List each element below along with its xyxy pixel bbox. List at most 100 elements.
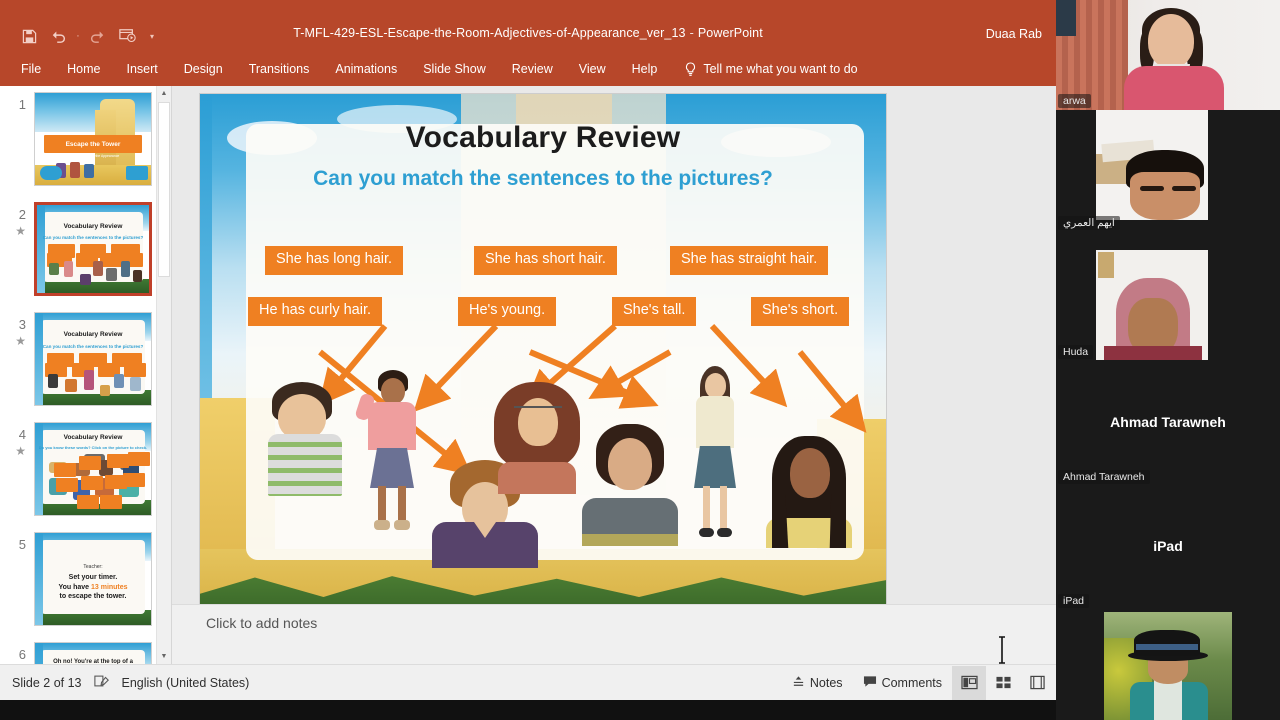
thumbnail-item-6[interactable]: 6 ★ Oh no! You're at the top of a tall, … — [0, 636, 171, 664]
person-tall-girl[interactable] — [686, 366, 744, 542]
thumb3-subtitle: Can you match the sentences to the pictu… — [42, 344, 144, 350]
participant-name-ayham: ايهم العمري — [1058, 216, 1120, 230]
sentence-card-hes-young[interactable]: He's young. — [458, 297, 557, 326]
thumbnail-number-label: 2 — [18, 207, 26, 222]
thumbnail-number: 3 ★ — [0, 312, 34, 349]
animation-star-icon: ★ — [15, 443, 26, 458]
thumb5-line3a: You have — [58, 583, 91, 591]
slide-canvas[interactable]: She has long hair. She has short hair. S… — [200, 94, 886, 636]
sentence-card-shes-tall[interactable]: She's tall. — [612, 297, 697, 326]
thumbnail-item-3[interactable]: 3 ★ Vocabulary Review Can you match the … — [0, 306, 171, 416]
thumbnail-preview-5[interactable]: Teacher: Set your timer. You have 13 min… — [34, 532, 152, 626]
user-account[interactable]: Duaa Rab — [986, 27, 1042, 41]
slide-thumbnail-pane[interactable]: 1 Escape the Tower Adjectives to Describ… — [0, 86, 172, 664]
thumb5-line1: Teacher: — [83, 564, 103, 571]
tab-design[interactable]: Design — [171, 56, 236, 82]
status-bar: Slide 2 of 13 English (United States) No… — [0, 664, 1056, 700]
tab-help[interactable]: Help — [619, 56, 671, 82]
thumbnail-number-label: 3 — [18, 317, 26, 332]
document-name: T-MFL-429-ESL-Escape-the-Room-Adjectives… — [293, 26, 686, 40]
spell-check-icon[interactable] — [93, 674, 110, 691]
person-woman-short-hair[interactable] — [582, 424, 678, 546]
notes-icon — [792, 675, 805, 691]
thumbnail-item-4[interactable]: 4 ★ Vocabulary Review Do you know these … — [0, 416, 171, 526]
participant-display-name-ahmad: Ahmad Tarawneh — [1110, 414, 1226, 430]
notes-button[interactable]: Notes — [782, 670, 853, 696]
notes-placeholder: Click to add notes — [206, 615, 318, 631]
video-tile-arwa[interactable]: arwa — [1056, 0, 1280, 110]
thumbnail-preview-4[interactable]: Vocabulary Review Do you know these word… — [34, 422, 152, 516]
title-separator: - — [689, 26, 694, 40]
tab-home[interactable]: Home — [54, 56, 113, 82]
comment-bubble-icon — [863, 675, 877, 691]
thumbnail-item-2[interactable]: 2 ★ Vocabulary Review Can you match the … — [0, 196, 171, 306]
thumbnail-number-label: 5 — [18, 537, 26, 552]
thumb4-title: Vocabulary Review — [63, 434, 123, 442]
sentence-card-shes-short[interactable]: She's short. — [751, 297, 850, 326]
app-name: PowerPoint — [697, 26, 763, 40]
thumb2-subtitle: Can you match the sentences to the pictu… — [42, 234, 144, 240]
thumbnail-scrollbar[interactable]: ▲ ▼ — [156, 86, 171, 664]
thumbnail-item-1[interactable]: 1 Escape the Tower Adjectives to Describ… — [0, 86, 171, 196]
participant-name-huda: Huda — [1058, 345, 1094, 359]
sentence-card-she-has-long-hair[interactable]: She has long hair. — [265, 246, 404, 275]
slide-title[interactable]: Vocabulary Review — [200, 121, 886, 155]
participant-display-name-ipad: iPad — [1153, 538, 1183, 554]
scroll-down-arrow-icon[interactable]: ▼ — [157, 649, 171, 664]
person-woman-curly-glasses[interactable] — [494, 382, 580, 494]
thumbnail-number: 6 ★ — [0, 642, 34, 664]
tab-review[interactable]: Review — [499, 56, 566, 82]
person-woman-straight-hair[interactable] — [762, 436, 856, 548]
editor-body: 1 Escape the Tower Adjectives to Describ… — [0, 86, 1056, 664]
thumbnail-number-label: 1 — [18, 97, 26, 112]
video-tile-ayham[interactable] — [1096, 110, 1208, 220]
thumbnail-number: 5 — [0, 532, 34, 553]
slide-subtitle[interactable]: Can you match the sentences to the pictu… — [200, 167, 886, 191]
sentence-card-she-has-straight-hair[interactable]: She has straight hair. — [670, 246, 829, 275]
video-tile-ipad[interactable]: iPad iPad — [1056, 510, 1280, 620]
tell-me-label: Tell me what you want to do — [703, 62, 858, 76]
thumbnail-item-5[interactable]: 5 Teacher: Set your timer. You have 13 m… — [0, 526, 171, 636]
tab-animations[interactable]: Animations — [322, 56, 410, 82]
comments-button-label: Comments — [881, 675, 942, 690]
window-title: T-MFL-429-ESL-Escape-the-Room-Adjectives… — [0, 26, 1056, 40]
text-cursor — [997, 636, 1007, 664]
normal-view-button[interactable] — [952, 665, 986, 700]
thumb3-title: Vocabulary Review — [63, 331, 123, 339]
sentence-card-she-has-short-hair[interactable]: She has short hair. — [474, 246, 617, 275]
scroll-up-arrow-icon[interactable]: ▲ — [157, 86, 171, 101]
language-indicator[interactable]: English (United States) — [122, 676, 250, 690]
scrollbar-thumb[interactable] — [158, 102, 170, 277]
participant-name-arwa: arwa — [1058, 94, 1091, 108]
tab-slide-show[interactable]: Slide Show — [410, 56, 499, 82]
tab-transitions[interactable]: Transitions — [236, 56, 323, 82]
thumbnail-preview-6[interactable]: Oh no! You're at the top of a tall, tall… — [34, 642, 152, 664]
animation-star-icon: ★ — [15, 223, 26, 238]
screen: · ▾ T-MFL-429-ESL-Escape-the-Room-Adject… — [0, 0, 1280, 720]
slide-counter: Slide 2 of 13 — [12, 675, 82, 690]
video-tile-huda[interactable] — [1096, 250, 1208, 360]
thumbnail-preview-3[interactable]: Vocabulary Review Can you match the sent… — [34, 312, 152, 406]
thumb5-line4: to escape the tower. — [59, 593, 127, 601]
tell-me-search[interactable]: Tell me what you want to do — [684, 61, 858, 77]
thumb4-subtitle: Do you know these words? Click on the pi… — [38, 445, 148, 451]
thumbnail-number: 2 ★ — [0, 202, 34, 239]
thumbnail-preview-1[interactable]: Escape the Tower Adjectives to Describe … — [34, 92, 152, 186]
tab-insert[interactable]: Insert — [114, 56, 171, 82]
video-tile-child-photo[interactable] — [1104, 612, 1232, 720]
reading-view-button[interactable] — [1020, 666, 1054, 700]
tab-file[interactable]: File — [8, 56, 54, 82]
animation-star-icon: ★ — [15, 333, 26, 348]
video-tile-ahmad-tarawneh[interactable]: Ahmad Tarawneh Ahmad Tarawneh — [1056, 380, 1280, 500]
person-girl-waving[interactable] — [354, 370, 420, 540]
sentence-card-he-has-curly-hair[interactable]: He has curly hair. — [248, 297, 383, 326]
participant-name-ahmad: Ahmad Tarawneh — [1058, 470, 1150, 484]
thumbnail-preview-2[interactable]: Vocabulary Review Can you match the sent… — [34, 202, 152, 296]
slide-sorter-view-button[interactable] — [986, 666, 1020, 700]
comments-button[interactable]: Comments — [853, 670, 952, 696]
person-boy-striped-shirt[interactable] — [268, 382, 342, 496]
tab-view[interactable]: View — [566, 56, 619, 82]
thumbnail-number: 4 ★ — [0, 422, 34, 459]
notes-pane[interactable]: Click to add notes — [172, 604, 1056, 664]
slide-editing-pane[interactable]: She has long hair. She has short hair. S… — [172, 86, 1056, 664]
